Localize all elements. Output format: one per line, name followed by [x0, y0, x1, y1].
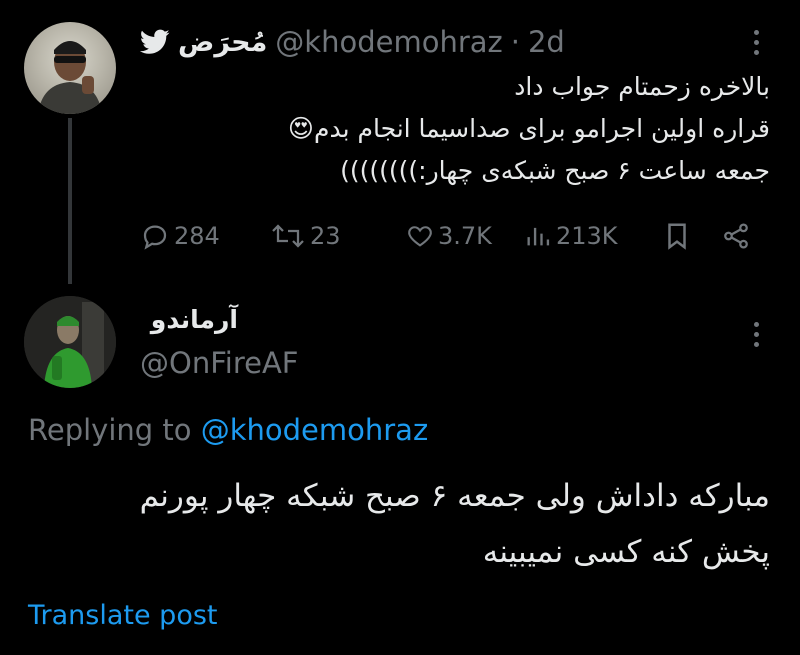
tweet-header: مُحرَض @khodemohraz · 2d	[140, 22, 590, 62]
share-icon	[724, 223, 748, 249]
user-handle[interactable]: @khodemohraz	[275, 25, 502, 59]
heart-icon	[408, 226, 432, 247]
thread-line	[68, 118, 72, 284]
avatar-image	[38, 41, 102, 114]
reply-display-name[interactable]: آرماندو	[151, 305, 238, 334]
tweet-text-line-1: بالاخره زحمتام جواب داد	[514, 72, 770, 101]
reply-text-line-1: مبارکه داداش ولی جمعه ۶ صبح شبکه چهار پو…	[139, 478, 770, 514]
bookmark-icon	[668, 223, 686, 250]
like-button[interactable]: 3.7K	[406, 214, 492, 258]
share-button[interactable]	[720, 214, 752, 258]
more-icon[interactable]	[746, 30, 766, 55]
timestamp[interactable]: 2d	[528, 25, 565, 59]
tweet-actions: 284 23 3.7K 213K	[140, 214, 760, 258]
repost-icon	[272, 224, 304, 248]
views-button[interactable]: 213K	[524, 214, 618, 258]
bookmark-button[interactable]	[664, 214, 690, 258]
reply-user-handle[interactable]: @OnFireAF	[140, 346, 298, 380]
view-count: 213K	[556, 222, 618, 250]
avatar-onfireaf[interactable]	[24, 296, 116, 388]
tweet-text-line-2: قراره اولین اجرامو برای صداسیما انجام بد…	[287, 114, 770, 143]
repost-count: 23	[310, 222, 341, 250]
avatar-khodemohraz[interactable]	[24, 22, 116, 114]
avatar-image	[24, 296, 116, 388]
reply-more-icon[interactable]	[746, 322, 766, 347]
translate-post-link[interactable]: Translate post	[28, 600, 218, 631]
tweet-text-line-3: جمعه ساعت ۶ صبح شبکه‌ی چهار:))))))))	[340, 156, 770, 185]
reply-button[interactable]: 284	[140, 214, 220, 258]
views-icon	[527, 227, 550, 246]
reply-icon	[143, 225, 167, 250]
reply-count: 284	[174, 222, 220, 250]
separator-dot: ·	[510, 25, 520, 59]
replying-to: Replying to @khodemohraz	[28, 413, 428, 447]
reply-text-line-2: پخش کنه کسی نمیبینه	[482, 534, 770, 570]
replying-prefix: Replying to	[28, 413, 192, 447]
display-name[interactable]: مُحرَض	[178, 27, 267, 58]
replying-to-link[interactable]: @khodemohraz	[201, 413, 428, 447]
like-count: 3.7K	[438, 222, 492, 250]
repost-button[interactable]: 23	[270, 214, 341, 258]
twitter-bird-icon	[140, 29, 170, 55]
